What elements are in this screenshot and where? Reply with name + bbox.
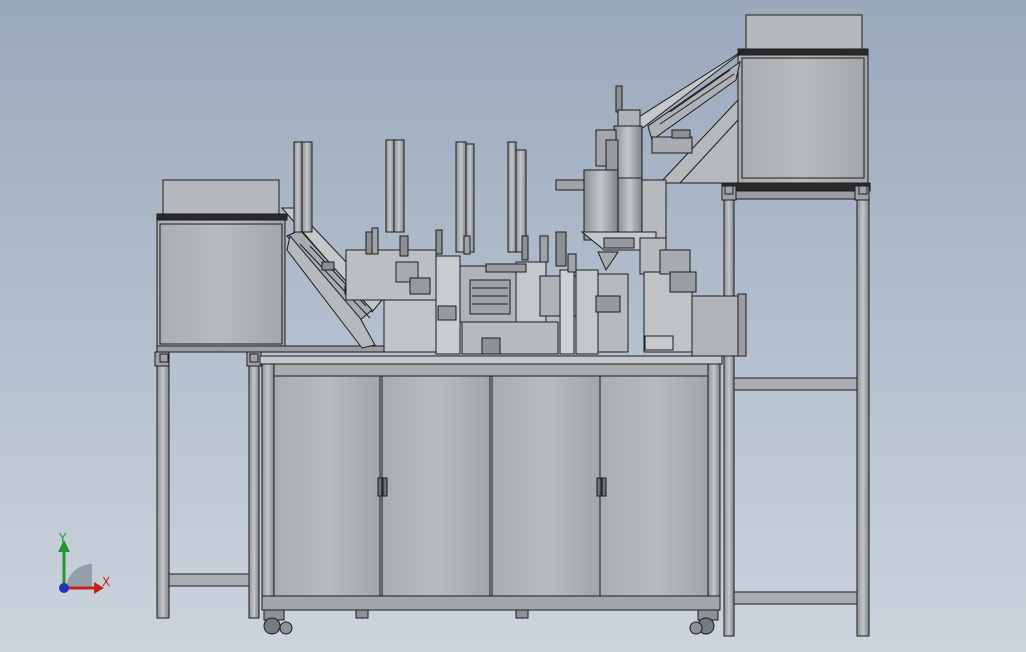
cabinet-door-1 bbox=[273, 375, 381, 597]
main-cabinet bbox=[259, 355, 723, 635]
origin-dot bbox=[59, 583, 69, 593]
coordinate-triad bbox=[58, 540, 104, 594]
door-handle bbox=[601, 477, 607, 497]
caster-wheel bbox=[689, 609, 719, 635]
cabinet-door-3 bbox=[491, 375, 601, 597]
door-handle bbox=[377, 477, 383, 497]
cad-viewport[interactable]: X Y bbox=[0, 0, 1026, 652]
door-handle bbox=[382, 477, 388, 497]
y-axis-label: Y bbox=[59, 531, 67, 545]
caster-wheel bbox=[263, 609, 293, 635]
cabinet-door-4 bbox=[599, 375, 709, 597]
door-handle bbox=[596, 477, 602, 497]
left-stand bbox=[154, 351, 262, 619]
cabinet-door-2 bbox=[381, 375, 491, 597]
machine-model[interactable] bbox=[0, 0, 1026, 652]
x-axis-label: X bbox=[102, 575, 111, 589]
